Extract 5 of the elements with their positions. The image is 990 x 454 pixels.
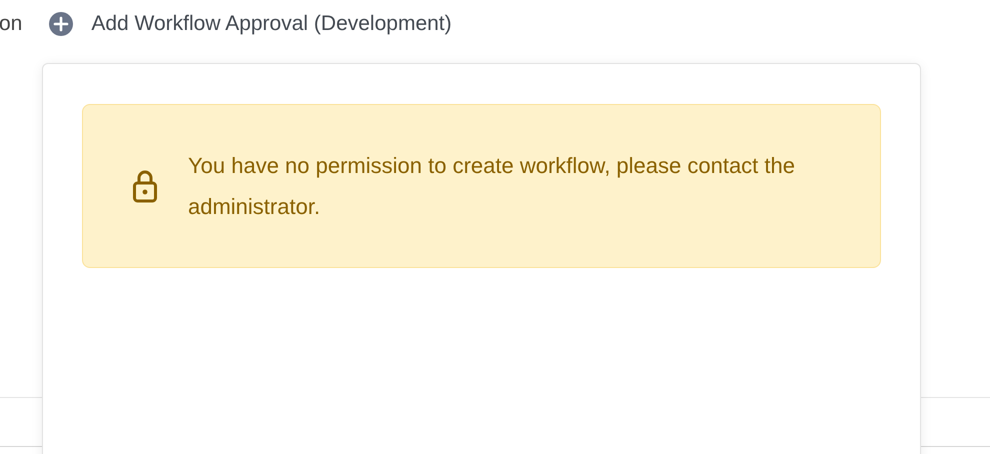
page-title: Add Workflow Approval (Development): [91, 12, 452, 36]
header-label: on: [0, 12, 22, 36]
add-icon: [49, 12, 74, 36]
permission-message: You have no permission to create workflow, please contact the administrator.: [188, 152, 796, 221]
lock-icon: [133, 169, 157, 203]
